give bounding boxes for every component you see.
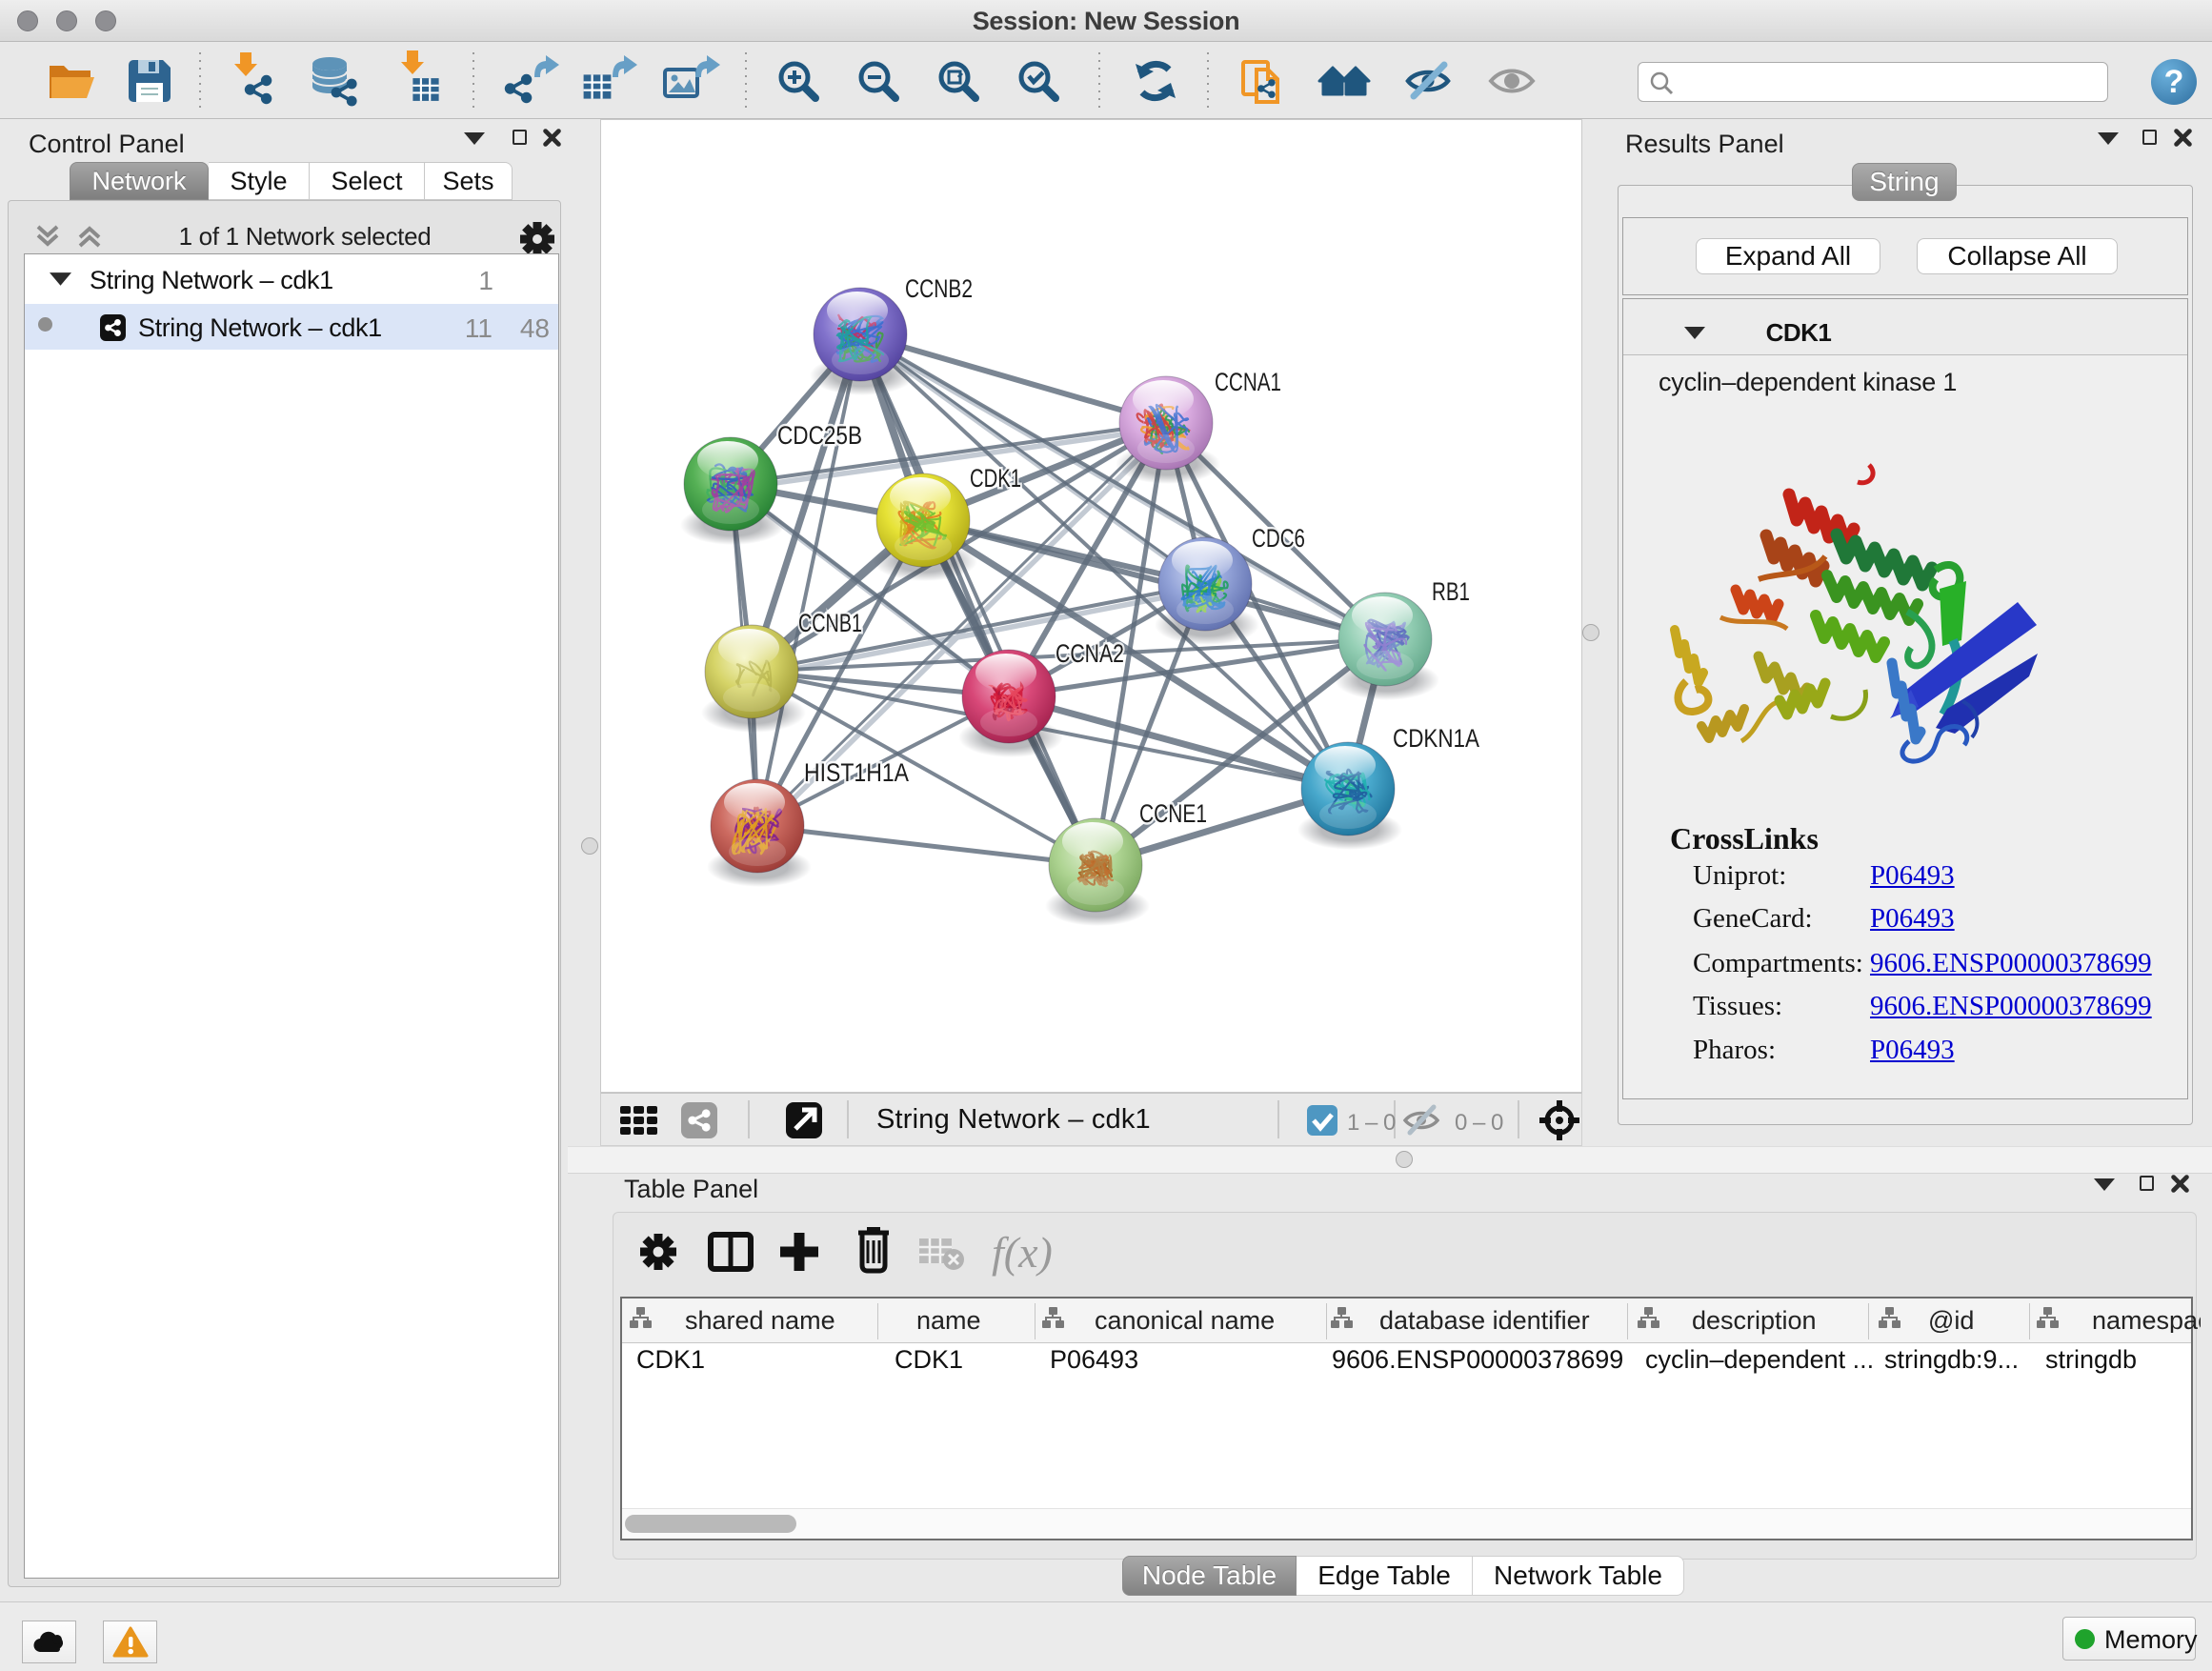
svg-text:CDC25B: CDC25B: [777, 421, 862, 450]
svg-text:CCNA2: CCNA2: [1056, 639, 1124, 668]
svg-text:CDC6: CDC6: [1252, 524, 1305, 553]
svg-text:CCNB1: CCNB1: [798, 609, 862, 637]
svg-text:CCNA1: CCNA1: [1215, 368, 1281, 396]
svg-text:f(x): f(x): [992, 1228, 1053, 1277]
svg-text:CCNB2: CCNB2: [905, 274, 973, 303]
svg-text:CDK1: CDK1: [970, 464, 1021, 493]
svg-text:HIST1H1A: HIST1H1A: [804, 758, 909, 787]
svg-text:CDKN1A: CDKN1A: [1393, 724, 1479, 753]
svg-text:CCNE1: CCNE1: [1139, 799, 1207, 828]
svg-text:RB1: RB1: [1432, 577, 1470, 606]
